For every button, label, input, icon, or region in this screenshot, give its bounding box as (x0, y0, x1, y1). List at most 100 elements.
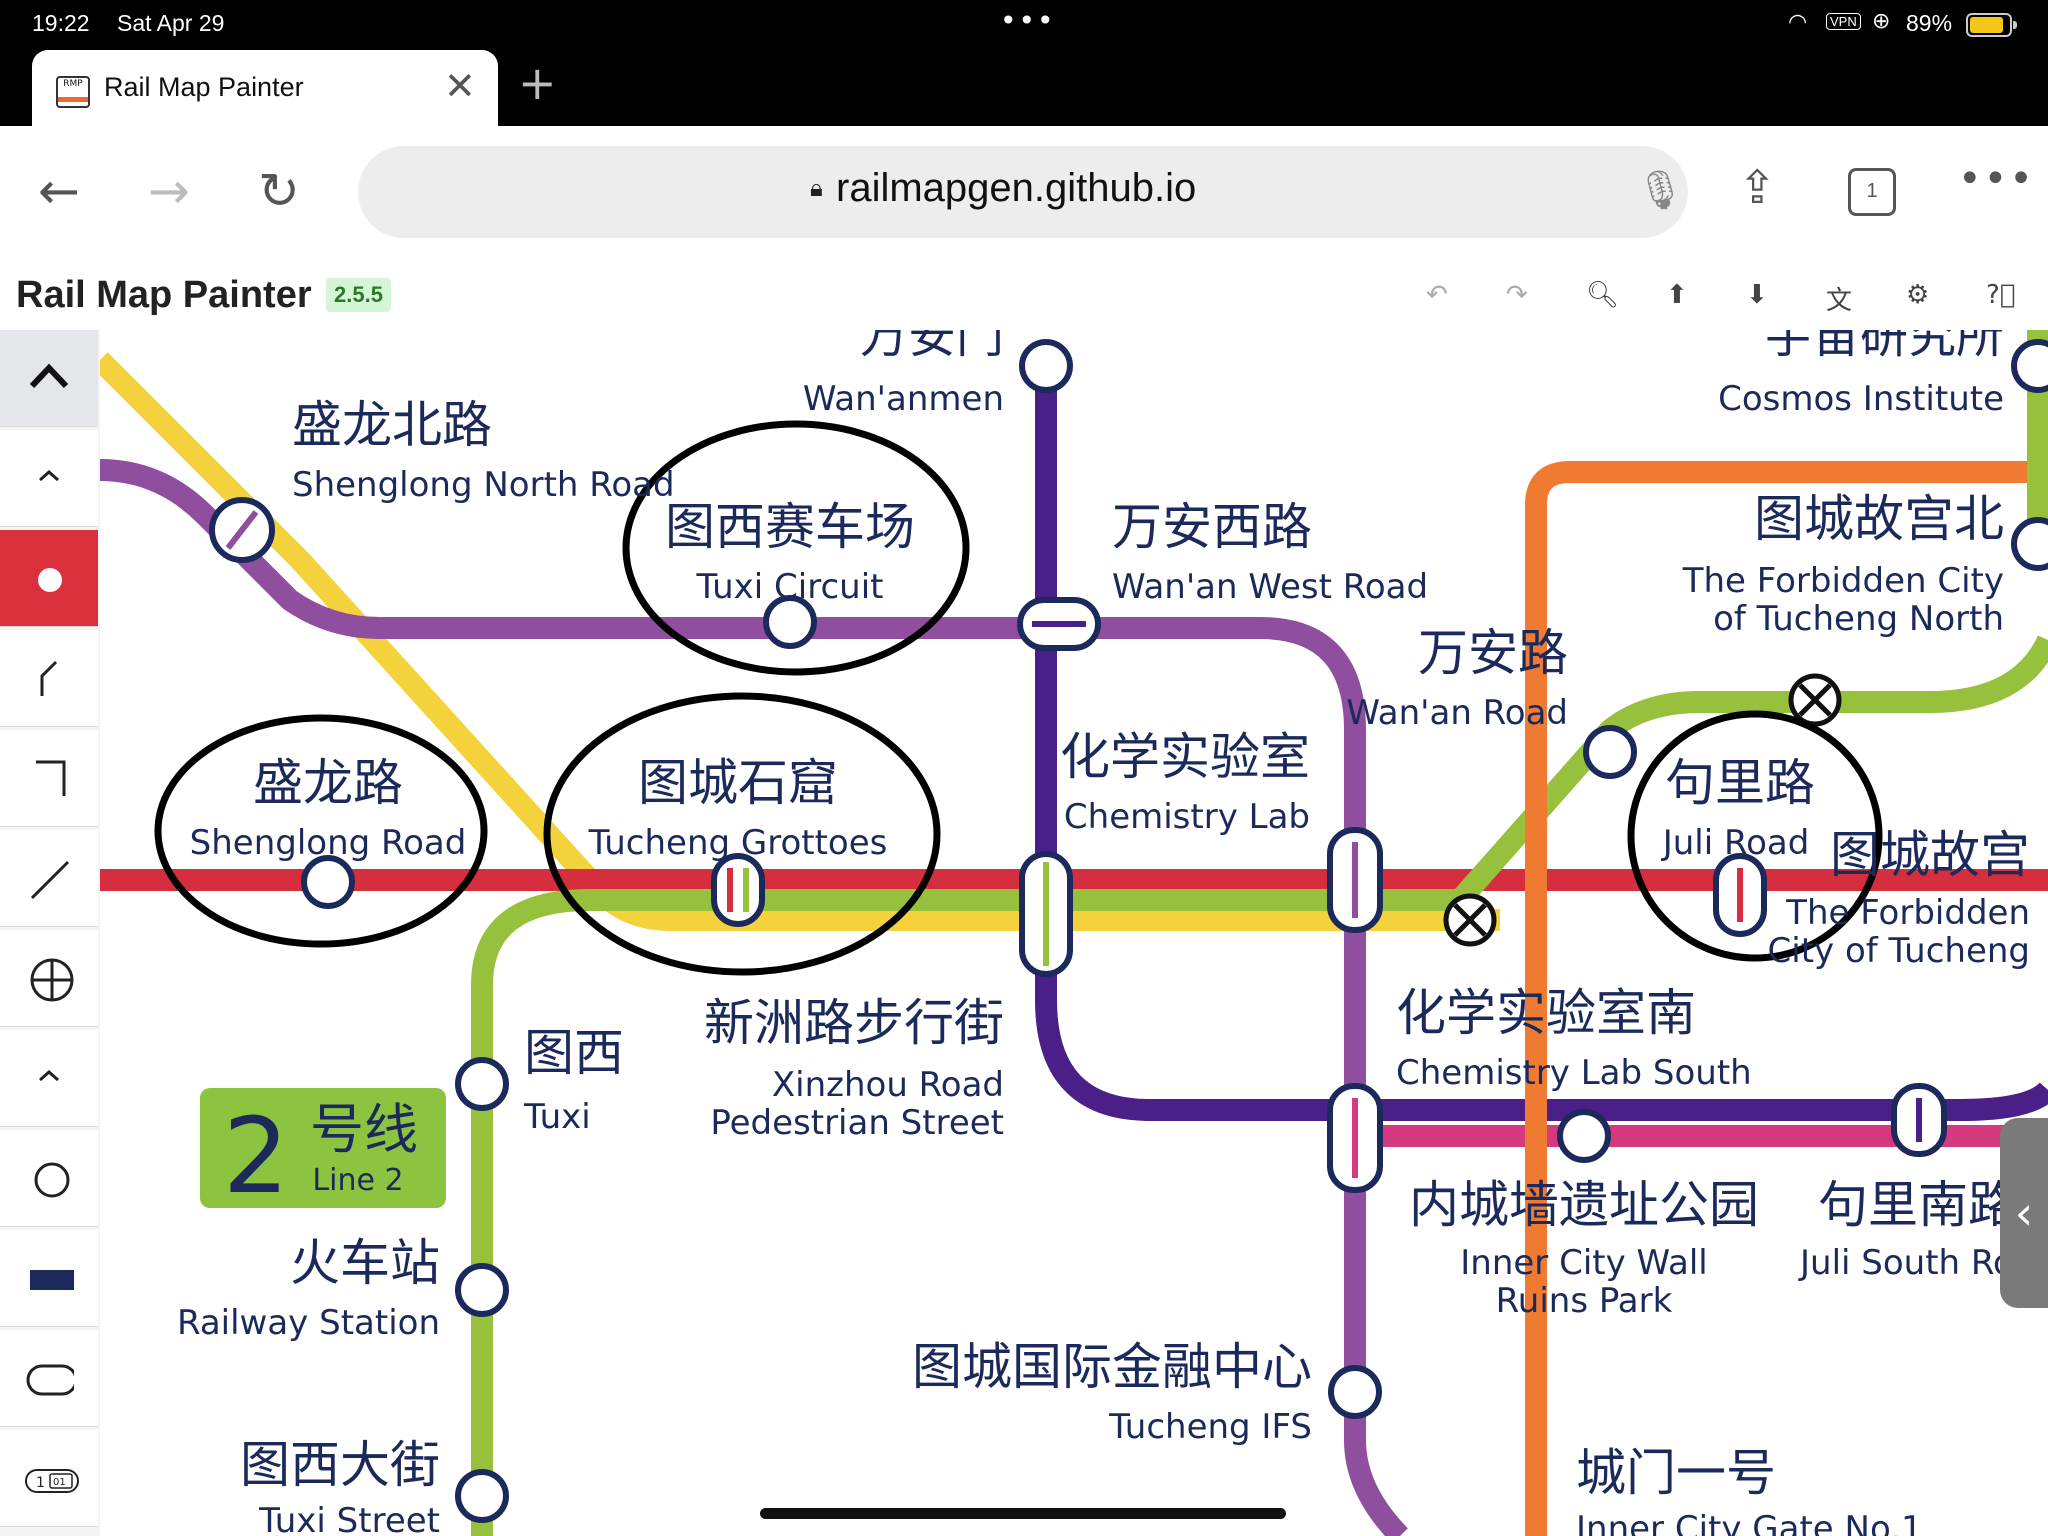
share-icon[interactable]: ⇪ (1738, 160, 1777, 214)
station-marker[interactable] (1557, 1109, 1611, 1163)
station-name-en-2: Pedestrian Street (710, 1103, 1004, 1143)
corner-line-tool[interactable] (0, 730, 98, 827)
zoom-icon[interactable]: 🔍︎ (1586, 280, 1619, 310)
crosshair-tool[interactable] (0, 930, 98, 1027)
station-name-en: Xinzhou Road (772, 1065, 1004, 1105)
station-name-en: Chemistry Lab (1064, 797, 1310, 837)
filled-rect-icon (30, 1270, 74, 1290)
curve-line-icon (40, 660, 58, 696)
station-name-en: Shenglong Road (190, 823, 467, 863)
address-bar[interactable]: 🔒︎ railmapgen.github.io 🎙︎ (358, 146, 1688, 238)
station-marker[interactable] (455, 1263, 509, 1317)
station-name-en: Tuxi Street (258, 1501, 440, 1536)
station-name-en-2: of Tucheng North (1713, 599, 2004, 639)
multitask-dots-icon[interactable]: ••• (1000, 4, 1056, 37)
rounded-rect-icon (26, 1364, 74, 1396)
translate-icon[interactable]: 文 (1826, 280, 1852, 317)
collapse-misc-button[interactable] (0, 1030, 98, 1127)
line-badge-icon: 1 01 (25, 1469, 79, 1493)
circle-node-tool[interactable] (0, 1130, 98, 1227)
status-time: 19:22 (32, 10, 90, 36)
collapse-stations-button[interactable] (0, 430, 98, 527)
redo-icon[interactable]: ↷ (1506, 280, 1528, 310)
status-date: Sat Apr 29 (117, 10, 225, 36)
upload-icon[interactable]: ⬆ (1666, 280, 1688, 310)
station-name-zh: 万安路 (1418, 624, 1568, 682)
station-marker[interactable] (301, 855, 355, 909)
rect-node-tool[interactable] (0, 1230, 98, 1327)
station-marker[interactable] (455, 1469, 509, 1523)
line-badge-number: 2 (223, 1095, 289, 1217)
url-text: railmapgen.github.io (836, 166, 1197, 210)
circle-icon (34, 1162, 70, 1198)
station-marker[interactable] (2011, 517, 2048, 571)
collapse-tools-button[interactable] (0, 330, 98, 427)
help-icon[interactable]: ?⃝ (1986, 280, 2015, 310)
app-title: Rail Map Painter (16, 274, 312, 316)
rotation-lock-icon: ⊕ (1872, 9, 1891, 34)
svg-text:01: 01 (53, 1477, 66, 1488)
station-marker[interactable] (711, 853, 765, 927)
rail-map[interactable]: 万安门 Wan'anmen 宇宙研究所 Cosmos Institute 盛龙北… (100, 330, 2048, 1536)
station-name-en: The Forbidden City (1682, 561, 2004, 601)
station-marker[interactable] (2011, 339, 2048, 393)
station-name-en: Inner City Gate No.1 (1576, 1509, 1923, 1536)
station-name-zh: 图城故宫 (1830, 826, 2030, 884)
station-name-zh: 盛龙北路 (292, 396, 492, 454)
station-dot-icon (38, 568, 62, 592)
station-name-en: Cosmos Institute (1718, 379, 2004, 419)
station-marker[interactable] (455, 1057, 509, 1111)
station-name-zh: 新洲路步行街 (704, 994, 1004, 1052)
chevron-up-small-icon (39, 469, 59, 482)
line-badge[interactable]: 2 号线 Line 2 (200, 1088, 446, 1217)
station-name-en: Tuxi Circuit (696, 567, 884, 607)
forward-icon[interactable]: → (148, 162, 190, 220)
station-tool-button[interactable] (0, 530, 98, 627)
battery-icon (1966, 13, 2017, 37)
station-name-en: Wan'an Road (1346, 693, 1568, 733)
close-tab-icon[interactable]: ✕ (444, 64, 476, 108)
panel-toggle-handle[interactable]: ‹ (2000, 1118, 2048, 1308)
back-icon[interactable]: ← (38, 162, 80, 220)
gear-icon[interactable]: ⚙ (1906, 280, 1929, 310)
station-marker[interactable] (1583, 725, 1637, 779)
station-name-en: Tuxi (523, 1097, 591, 1137)
reload-icon[interactable]: ↻ (258, 162, 300, 220)
corner-line-icon (36, 760, 66, 796)
station-name-en: Shenglong North Road (292, 465, 675, 505)
station-name-zh: 宇宙研究所 (1764, 330, 2004, 364)
browser-toolbar: ← → ↻ 🔒︎ railmapgen.github.io 🎙︎ ⇪ 1 ••• (0, 126, 2048, 265)
download-icon[interactable]: ⬇ (1746, 280, 1768, 310)
station-name-zh: 图西 (524, 1024, 624, 1082)
station-name-en: Chemistry Lab South (1396, 1053, 1752, 1093)
straight-line-icon (30, 860, 70, 900)
straight-line-tool[interactable] (0, 830, 98, 927)
favicon-icon: RMP (56, 76, 90, 108)
tab-count-button[interactable]: 1 (1848, 168, 1896, 216)
microphone-icon[interactable]: 🎙︎ (1636, 168, 1684, 213)
station-name-zh: 图城国际金融中心 (912, 1338, 1312, 1396)
home-indicator[interactable] (760, 1508, 1286, 1519)
station-name-en-2: City of Tucheng (1768, 931, 2030, 971)
station-marker[interactable] (1019, 339, 1073, 393)
station-name-en: Railway Station (177, 1303, 440, 1343)
rounded-rect-tool[interactable] (0, 1330, 98, 1427)
station-name-en: Inner City Wall (1460, 1243, 1707, 1283)
more-icon[interactable]: ••• (1958, 156, 2035, 202)
line-badge-en: Line 2 (312, 1163, 403, 1198)
version-badge: 2.5.5 (326, 278, 391, 312)
chevron-up-small-icon (39, 1069, 59, 1082)
lock-icon: 🔒︎ (810, 174, 823, 202)
line-badge-tool[interactable]: 1 01 (0, 1430, 98, 1527)
new-tab-icon[interactable]: + (518, 56, 557, 110)
undo-icon[interactable]: ↶ (1426, 280, 1448, 310)
station-name-en: Wan'anmen (803, 379, 1004, 419)
station-name-zh: 内城墙遗址公园 (1409, 1176, 1759, 1234)
station-marker[interactable] (1328, 1365, 1382, 1419)
station-name-zh: 图西赛车场 (665, 498, 915, 556)
battery-percent: 89% (1906, 10, 1953, 36)
curve-line-tool[interactable] (0, 630, 98, 727)
browser-tab[interactable]: RMP Rail Map Painter ✕ (32, 50, 498, 126)
station-name-en: The Forbidden (1785, 893, 2030, 933)
map-canvas[interactable]: 万安门 Wan'anmen 宇宙研究所 Cosmos Institute 盛龙北… (100, 330, 2048, 1536)
